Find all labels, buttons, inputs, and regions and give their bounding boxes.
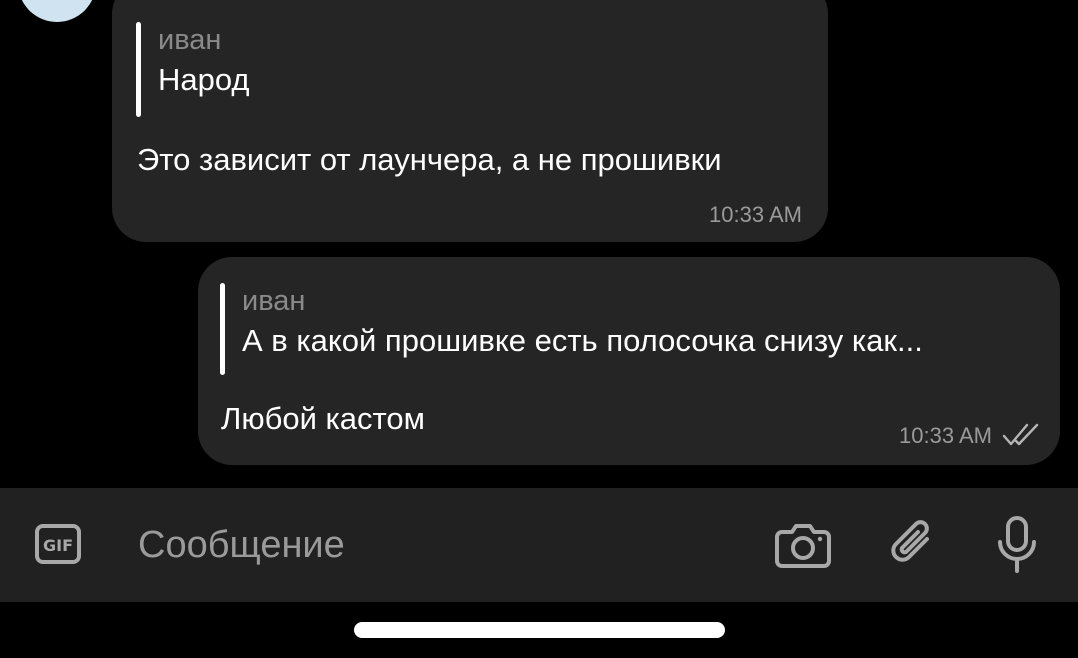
attach-button[interactable] [880,512,946,578]
message-time: 10:33 AM [899,423,992,448]
double-check-icon [1002,423,1039,446]
reply-author: иван [242,285,306,317]
microphone-icon [998,516,1036,573]
reply-author: иван [158,24,222,56]
gif-button[interactable]: GIF [28,516,88,572]
camera-button[interactable] [770,512,836,578]
sender-avatar[interactable] [18,0,96,22]
voice-record-button[interactable] [984,510,1050,580]
message-text: Это зависит от лаунчера, а не прошивки [137,142,722,177]
gif-icon: GIF [35,524,81,564]
camera-icon [775,524,831,568]
chat-screen: иван Народ Это зависит от лаунчера, а не… [0,0,1078,658]
system-navigation-bar [0,602,1078,658]
reply-bar [136,22,141,117]
message-time: 10:33 AM [709,202,802,227]
reply-text: А в какой прошивке есть полосочка снизу … [242,323,923,358]
message-composer: GIF [0,488,1078,602]
home-gesture-pill[interactable] [354,622,725,638]
message-input[interactable] [138,520,738,570]
reply-bar [220,283,225,375]
gif-label: GIF [43,536,73,555]
reply-quote[interactable]: иван Народ [136,22,250,117]
message-text: Любой кастом [221,401,425,436]
paperclip-icon [891,520,929,562]
reply-text: Народ [158,62,250,97]
message-bubble-incoming[interactable]: иван Народ Это зависит от лаунчера, а не… [112,0,828,242]
reply-quote[interactable]: иван А в какой прошивке есть полосочка с… [220,283,1022,375]
message-bubble-outgoing[interactable]: иван А в какой прошивке есть полосочка с… [198,257,1060,465]
